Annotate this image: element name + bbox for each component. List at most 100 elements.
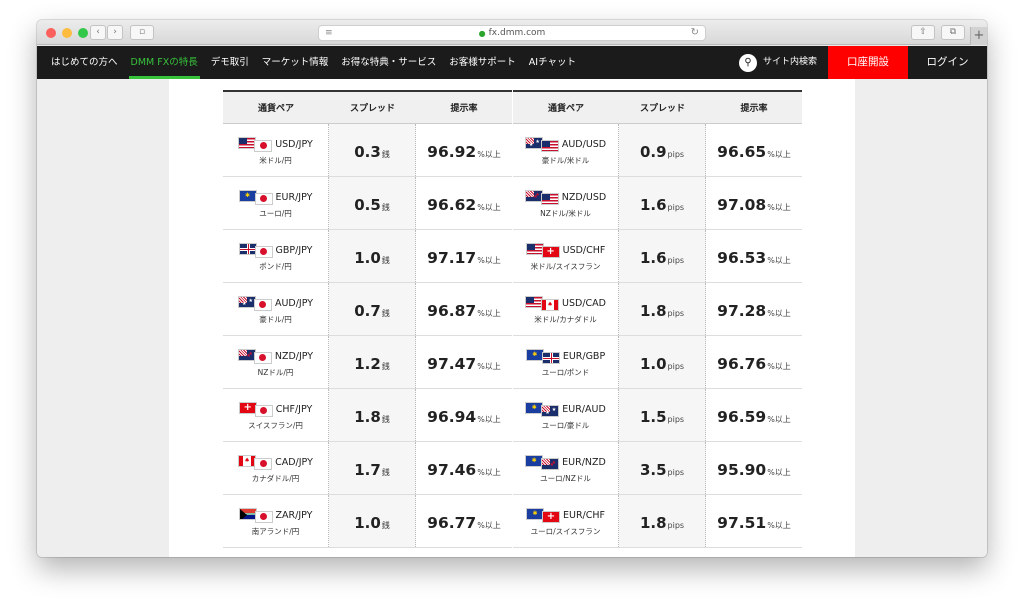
switzerland-flag-icon: + (542, 510, 560, 523)
pair-flags: ✱ + (526, 507, 560, 523)
nav-item[interactable]: マーケット情報 (262, 46, 329, 79)
spread-unit: pips (667, 256, 685, 265)
pair-japanese-name: 南アランド/円 (251, 526, 300, 536)
header-rate: 提示率 (450, 104, 478, 114)
pair-code: USD/CAD (562, 297, 606, 309)
reload-icon[interactable]: ↻ (691, 27, 699, 38)
spread-cell: 1.6 pips (619, 230, 706, 282)
australia-flag-icon: ★ ★ (541, 404, 560, 417)
share-icon[interactable]: ⇧ (911, 25, 935, 40)
site-nav: はじめての方へ DMM FXの特長 デモ取引 マーケット情報 お得な特典・サービス お客様… (37, 46, 987, 79)
spread-cell: 0.9 pips (619, 124, 706, 176)
uk-flag-icon (541, 351, 560, 364)
table-row: ★ ★ AUD/JPY 豪ドル/円 0.7 銭 96.87 %以上 (223, 283, 512, 336)
pair-flags: ♠ (238, 454, 273, 470)
pair-code: EUR/NZD (562, 456, 606, 468)
rate-cell: 96.76 %以上 (706, 336, 802, 388)
rate-suffix: %以上 (477, 256, 501, 265)
table-row: ★ ★ AUD/USD 豪ドル/米ドル 0.9 pips 96.65 %以上 (513, 124, 802, 177)
address-bar[interactable]: ≡ ● fx.dmm.com ↻ (318, 25, 706, 41)
pair-flags: ★ ★ (237, 295, 272, 311)
pair-japanese-name: ポンド/円 (259, 261, 292, 271)
search-icon[interactable]: ⚲ (739, 54, 757, 72)
rate-cell: 97.28 %以上 (706, 283, 802, 335)
table-row: ★ ★ NZD/JPY NZドル/円 1.2 銭 97.47 %以上 (223, 336, 512, 389)
rate-cell: 97.46 %以上 (416, 442, 512, 494)
nav-item[interactable]: AIチャット (529, 46, 576, 79)
nav-item[interactable]: お得な特典・サービス (341, 46, 436, 79)
spread-cell: 1.8 pips (619, 283, 706, 335)
pair-line: ZAR/JPY (238, 507, 312, 523)
zoom-window-button[interactable] (78, 28, 88, 38)
new-tab-icon[interactable]: + (970, 27, 987, 45)
table-body: ★ ★ AUD/USD 豪ドル/米ドル 0.9 pips 96.65 %以上 ★ ★ NZD/USD… (513, 124, 802, 548)
rate-value: 96.76 (717, 355, 767, 373)
table-row: ♠ CAD/JPY カナダドル/円 1.7 銭 97.46 %以上 (223, 442, 512, 495)
rate-cell: 96.77 %以上 (416, 495, 512, 547)
open-account-button[interactable]: 口座開設 (828, 46, 908, 79)
nav-item[interactable]: はじめての方へ (51, 46, 118, 79)
pair-line: ✱ + EUR/CHF (526, 507, 605, 523)
rate-value: 97.28 (717, 302, 767, 320)
pair-line: ✱ EUR/JPY (238, 189, 312, 205)
forward-icon[interactable]: › (107, 25, 123, 40)
site-search-link[interactable]: サイト内検索 (763, 46, 817, 79)
spread-cell: 1.0 銭 (329, 495, 416, 547)
pair-code: EUR/CHF (563, 509, 605, 521)
japan-flag-icon (254, 510, 273, 523)
table-header: 通貨ペア スプレッド 提示率 (223, 90, 512, 124)
pair-flags: ✱ ★ ★ (525, 401, 560, 417)
rate-value: 96.87 (427, 302, 477, 320)
pair-code: NZD/JPY (274, 350, 314, 362)
reader-icon[interactable]: ≡ (325, 28, 333, 38)
pair-japanese-name: 豪ドル/円 (259, 314, 292, 324)
pair-line: + USD/CHF (525, 242, 605, 258)
pair-line: ★ ★ AUD/JPY (237, 295, 313, 311)
pair-code: CAD/JPY (275, 456, 313, 468)
table-body: USD/JPY 米ドル/円 0.3 銭 96.92 %以上 ✱ EUR/JPY ユーロ/円 0.5… (223, 124, 512, 548)
page-content: 通貨ペア スプレッド 提示率 USD/JPY 米ドル/円 0.3 銭 96.92 %以上 ✱… (37, 79, 987, 557)
japan-flag-icon (254, 457, 273, 470)
spread-unit: pips (667, 362, 685, 371)
spread-cell: 1.8 銭 (329, 389, 416, 441)
pair-cell: ✱ ★ ★ EUR/NZD ユーロ/NZドル (513, 442, 619, 494)
rate-value: 96.77 (427, 514, 477, 532)
pair-cell: ✱ EUR/GBP ユーロ/ポンド (513, 336, 619, 388)
rate-value: 97.17 (427, 249, 477, 267)
rate-cell: 96.92 %以上 (416, 124, 512, 176)
spread-unit: 銭 (381, 256, 390, 265)
pair-cell: ✱ EUR/JPY ユーロ/円 (223, 177, 329, 229)
nav-item[interactable]: デモ取引 (211, 46, 249, 79)
pair-line: USD/JPY (238, 136, 313, 152)
pair-line: ✱ ★ ★ EUR/NZD (525, 454, 606, 470)
header-rate: 提示率 (740, 104, 768, 114)
pair-cell: + USD/CHF 米ドル/スイスフラン (513, 230, 619, 282)
spread-unit: pips (667, 203, 685, 212)
table-row: GBP/JPY ポンド/円 1.0 銭 97.17 %以上 (223, 230, 512, 283)
table-header: 通貨ペア スプレッド 提示率 (513, 90, 802, 124)
rate-suffix: %以上 (767, 468, 791, 477)
back-icon[interactable]: ‹ (90, 25, 106, 40)
minimize-window-button[interactable] (62, 28, 72, 38)
rate-cell: 97.17 %以上 (416, 230, 512, 282)
nav-item[interactable]: DMM FXの特長 (128, 46, 200, 79)
japan-flag-icon (254, 139, 273, 152)
spread-unit: 銭 (381, 309, 390, 318)
spread-cell: 1.8 pips (619, 495, 706, 547)
pair-line: + CHF/JPY (238, 401, 312, 417)
pair-code: USD/JPY (275, 138, 313, 150)
pair-flags: ♠ (525, 295, 560, 311)
rate-value: 96.53 (717, 249, 767, 267)
login-button[interactable]: ログイン (908, 46, 987, 79)
rate-cell: 96.65 %以上 (706, 124, 802, 176)
spread-cell: 3.5 pips (619, 442, 706, 494)
sidebar-icon[interactable]: ▫ (130, 25, 154, 40)
spread-cell: 0.5 銭 (329, 177, 416, 229)
tabs-icon[interactable]: ⧉ (941, 25, 965, 40)
nav-item[interactable]: お客様サポート (449, 46, 516, 79)
close-window-button[interactable] (46, 28, 56, 38)
pair-line: ♠ CAD/JPY (238, 454, 313, 470)
pair-cell: ★ ★ AUD/USD 豪ドル/米ドル (513, 124, 619, 176)
header-spread: スプレッド (639, 104, 685, 114)
pair-flags: ✱ (238, 189, 273, 205)
